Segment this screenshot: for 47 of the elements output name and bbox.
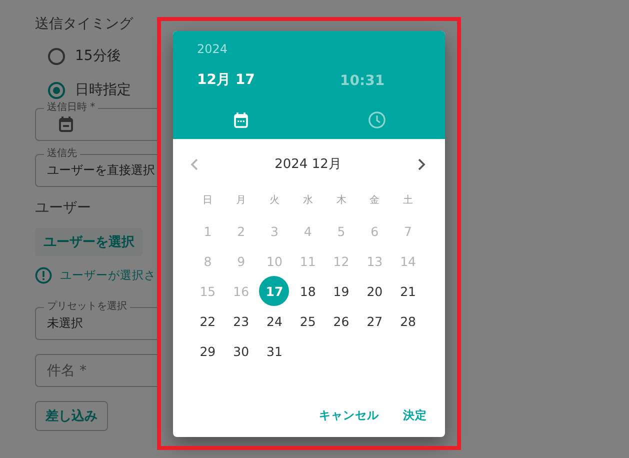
clock-icon <box>368 111 386 129</box>
radio-button[interactable] <box>48 82 65 98</box>
field-label: 送信先 <box>44 148 80 160</box>
weekday-label: 土 <box>402 194 414 208</box>
day-button[interactable]: 24 <box>259 306 290 336</box>
weekday-label: 木 <box>335 194 348 208</box>
field-label: 送信日時 * <box>44 102 98 114</box>
calendar-icon <box>233 112 249 128</box>
weekday-label: 水 <box>302 194 314 208</box>
alert-icon <box>35 266 52 284</box>
select-user-button[interactable]: ユーザーを選択 <box>35 228 143 256</box>
day-button[interactable]: 17 <box>259 276 290 306</box>
field-value: ユーザーを直接選択 <box>47 162 155 179</box>
day-button[interactable]: 31 <box>259 336 290 366</box>
day-button[interactable]: 27 <box>360 306 390 336</box>
day-button[interactable]: 28 <box>393 306 424 336</box>
radio-button[interactable] <box>48 48 65 64</box>
day-button[interactable]: 30 <box>226 336 256 366</box>
day-button[interactable]: 20 <box>360 276 390 306</box>
year-label: 2024 <box>197 42 229 58</box>
day-button[interactable]: 22 <box>192 306 223 336</box>
weekday-label: 月 <box>235 194 248 208</box>
day-button[interactable]: 25 <box>292 306 323 336</box>
day-button[interactable]: 18 <box>292 276 323 306</box>
cancel-button[interactable]: キャンセル <box>313 404 385 427</box>
field-label: プリセットを選択 <box>44 301 130 313</box>
calendar-icon <box>58 116 74 133</box>
date-label[interactable]: 12月 17 <box>197 72 255 88</box>
weekday-label: 火 <box>268 194 280 208</box>
field-value: 未選択 <box>47 315 83 332</box>
section-label: 送信タイミング <box>35 15 133 34</box>
month-label: 2024 12月 <box>274 156 342 173</box>
day-button[interactable]: 23 <box>226 306 256 336</box>
time-label[interactable]: 10:31 <box>340 72 385 88</box>
day-button[interactable]: 29 <box>192 336 223 366</box>
weekday-label: 日 <box>202 194 214 208</box>
radio-label: 15分後 <box>75 47 121 65</box>
placeholder: 件名 * <box>47 362 86 380</box>
radio-label: 日時指定 <box>75 81 131 99</box>
day-button[interactable]: 21 <box>393 276 424 306</box>
insert-button[interactable]: 差し込み <box>35 401 108 431</box>
day-button[interactable]: 19 <box>326 276 356 306</box>
section-label: ユーザー <box>35 199 91 218</box>
confirm-button[interactable]: 決定 <box>397 404 433 427</box>
weekday-label: 金 <box>368 194 381 208</box>
day-button[interactable]: 26 <box>326 306 356 336</box>
warning-text: ユーザーが選択さ <box>60 268 156 282</box>
